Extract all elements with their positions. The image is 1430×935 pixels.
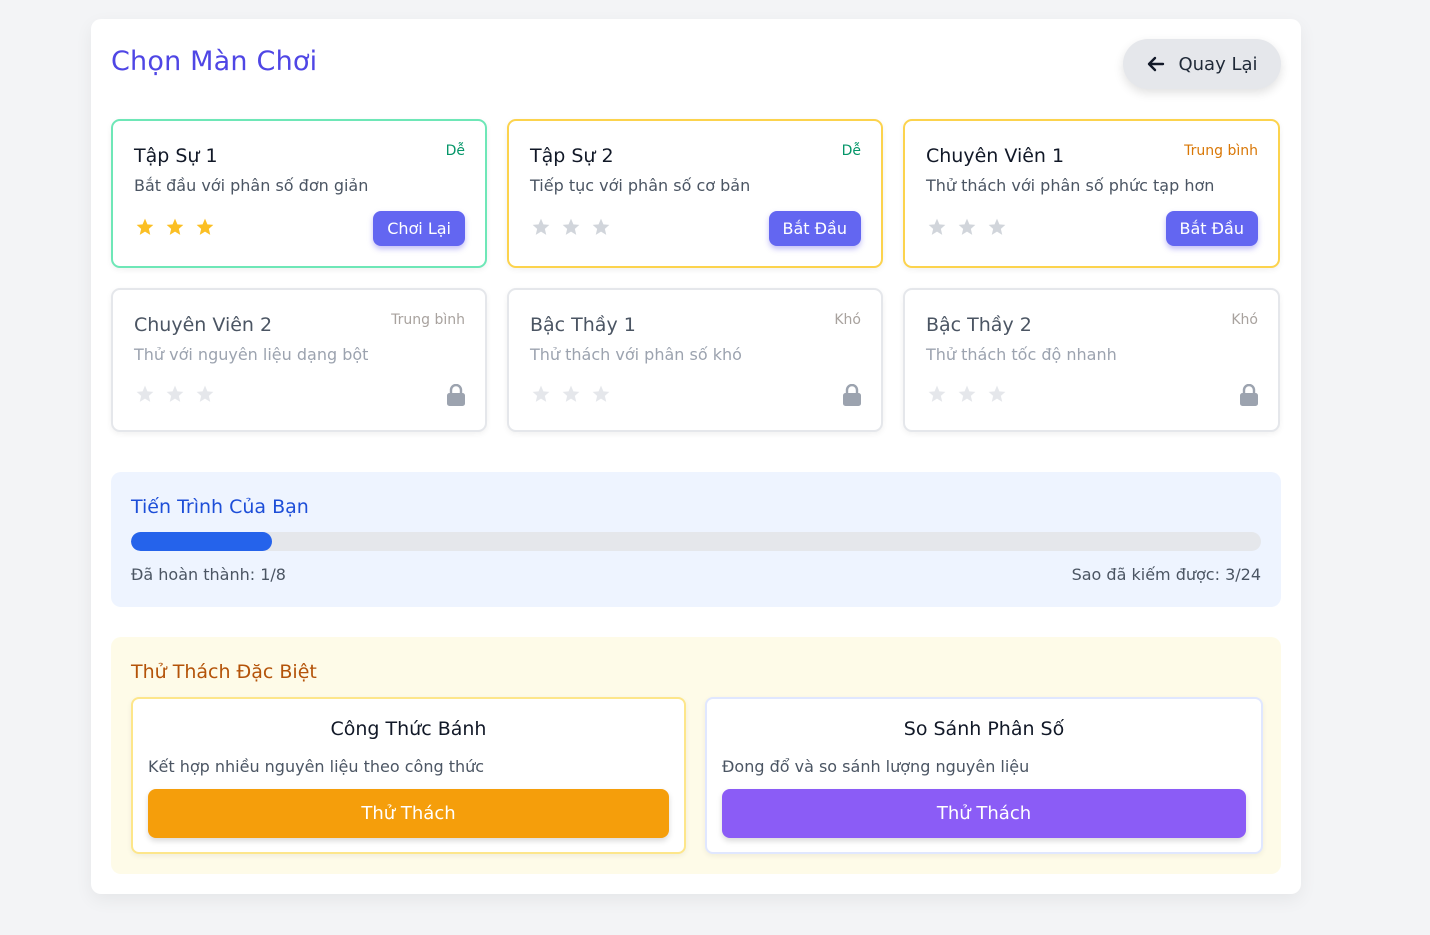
level-description: Thử thách với phân số phức tạp hơn <box>926 176 1215 195</box>
star-icon <box>592 218 610 235</box>
star-icon <box>196 218 214 235</box>
star-icon <box>166 385 184 402</box>
difficulty-badge: Trung bình <box>1184 143 1258 159</box>
lock-icon <box>1240 384 1258 406</box>
level-description: Thử thách tốc độ nhanh <box>926 345 1117 364</box>
stars-earned-text: Sao đã kiếm được: 3/24 <box>1071 565 1261 584</box>
star-rating <box>135 384 215 404</box>
special-challenges-section: Thử Thách Đặc Biệt Công Thức Bánh Kết hợ… <box>111 637 1281 874</box>
star-rating <box>531 217 611 237</box>
challenge-name: So Sánh Phân Số <box>903 718 1065 740</box>
challenge-card-cong-thuc-banh: Công Thức Bánh Kết hợp nhiều nguyên liệu… <box>131 697 686 854</box>
level-description: Bắt đầu với phân số đơn giản <box>134 176 369 195</box>
star-icon <box>532 385 550 402</box>
levels-completed-text: Đã hoàn thành: 1/8 <box>131 565 286 584</box>
level-name: Chuyên Viên 1 <box>926 145 1065 167</box>
star-icon <box>196 385 214 402</box>
special-challenges-title: Thử Thách Đặc Biệt <box>131 661 317 683</box>
progress-bar <box>131 532 1261 551</box>
back-button[interactable]: Quay Lại <box>1123 39 1281 89</box>
level-description: Thử với nguyên liệu dạng bột <box>134 345 369 364</box>
page-title: Chọn Màn Chơi <box>111 46 318 77</box>
difficulty-badge: Khó <box>834 312 861 328</box>
level-description: Tiếp tục với phân số cơ bản <box>530 176 751 195</box>
star-icon <box>136 385 154 402</box>
start-button[interactable]: Bắt Đầu <box>768 211 861 246</box>
level-name: Chuyên Viên 2 <box>134 314 273 336</box>
challenge-card-so-sanh-phan-so: So Sánh Phân Số Đong đổ và so sánh lượng… <box>705 697 1263 854</box>
star-icon <box>532 218 550 235</box>
back-button-label: Quay Lại <box>1178 53 1258 75</box>
challenge-button[interactable]: Thử Thách <box>148 789 669 838</box>
star-icon <box>958 218 976 235</box>
difficulty-badge: Trung bình <box>391 312 465 328</box>
progress-section: Tiến Trình Của Bạn Đã hoàn thành: 1/8 Sa… <box>111 472 1281 607</box>
star-icon <box>562 218 580 235</box>
level-name: Tập Sự 1 <box>134 145 218 167</box>
difficulty-badge: Khó <box>1231 312 1258 328</box>
lock-icon <box>843 384 861 406</box>
star-icon <box>166 218 184 235</box>
level-name: Bậc Thầy 2 <box>926 314 1032 336</box>
challenge-description: Đong đổ và so sánh lượng nguyên liệu <box>722 757 1030 776</box>
star-icon <box>928 385 946 402</box>
progress-bar-fill <box>131 532 273 551</box>
star-icon <box>988 385 1006 402</box>
level-card-chuyen-vien-2: Chuyên Viên 2 Trung bình Thử với nguyên … <box>111 288 487 432</box>
level-description: Thử thách với phân số khó <box>530 345 742 364</box>
start-button[interactable]: Bắt Đầu <box>1165 211 1258 246</box>
star-rating <box>531 384 611 404</box>
star-icon <box>958 385 976 402</box>
star-rating <box>927 384 1007 404</box>
difficulty-badge: Dễ <box>445 143 465 159</box>
star-icon <box>928 218 946 235</box>
challenge-description: Kết hợp nhiều nguyên liệu theo công thức <box>148 757 485 776</box>
challenge-button[interactable]: Thử Thách <box>722 789 1246 838</box>
replay-button[interactable]: Chơi Lại <box>373 211 465 246</box>
level-card-bac-thay-1: Bậc Thầy 1 Khó Thử thách với phân số khó <box>507 288 883 432</box>
level-grid: Tập Sự 1 Dễ Bắt đầu với phân số đơn giản… <box>111 119 1281 432</box>
star-icon <box>562 385 580 402</box>
level-card-tap-su-1: Tập Sự 1 Dễ Bắt đầu với phân số đơn giản… <box>111 119 487 268</box>
arrow-left-icon <box>1148 56 1165 72</box>
lock-icon <box>447 384 465 406</box>
star-rating <box>927 217 1007 237</box>
star-rating <box>135 217 215 237</box>
level-name: Bậc Thầy 1 <box>530 314 636 336</box>
level-card-bac-thay-2: Bậc Thầy 2 Khó Thử thách tốc độ nhanh <box>903 288 1280 432</box>
level-select-panel: Chọn Màn Chơi Quay Lại Tập Sự 1 Dễ Bắt đ… <box>91 19 1301 894</box>
star-icon <box>136 218 154 235</box>
level-card-tap-su-2: Tập Sự 2 Dễ Tiếp tục với phân số cơ bản … <box>507 119 883 268</box>
progress-title: Tiến Trình Của Bạn <box>131 496 309 518</box>
challenge-name: Công Thức Bánh <box>330 718 487 740</box>
star-icon <box>988 218 1006 235</box>
difficulty-badge: Dễ <box>841 143 861 159</box>
level-name: Tập Sự 2 <box>530 145 614 167</box>
level-card-chuyen-vien-1: Chuyên Viên 1 Trung bình Thử thách với p… <box>903 119 1280 268</box>
star-icon <box>592 385 610 402</box>
